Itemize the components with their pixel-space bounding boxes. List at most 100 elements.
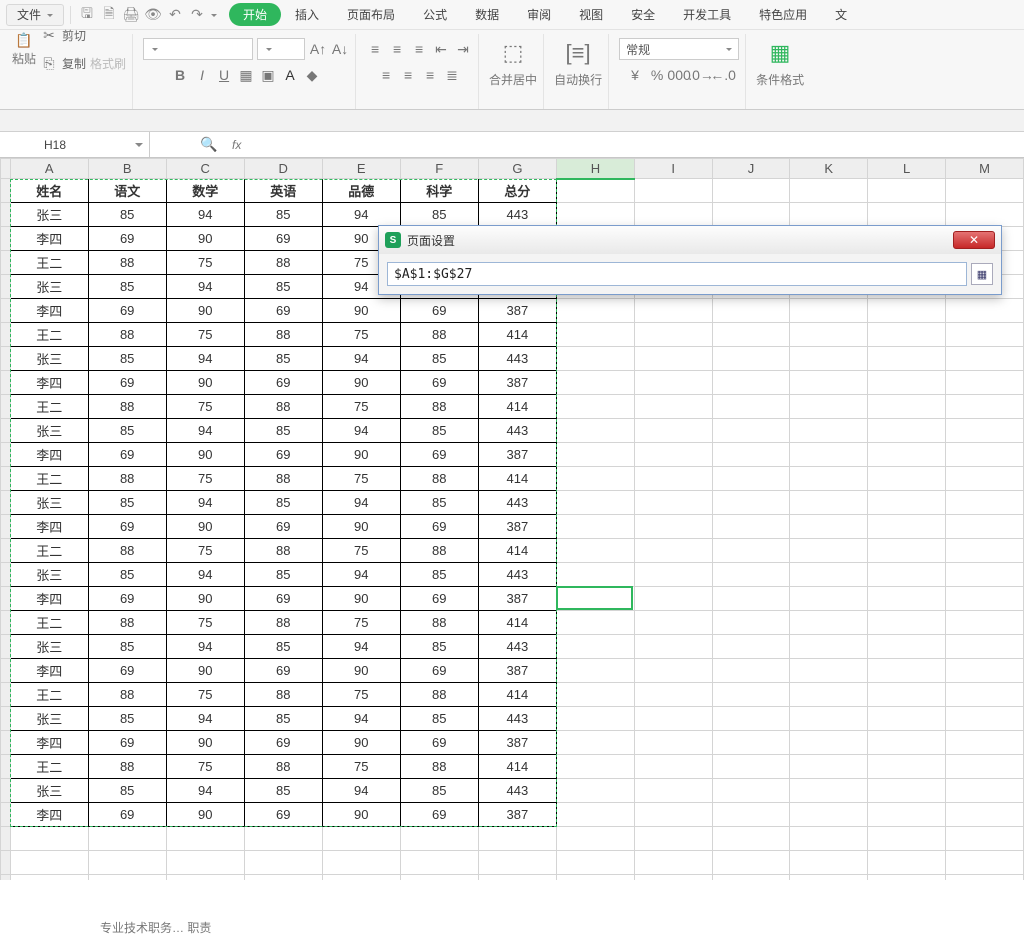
cell[interactable]: [945, 779, 1023, 803]
cell[interactable]: [790, 323, 868, 347]
cell[interactable]: [634, 587, 712, 611]
cell[interactable]: [712, 851, 790, 875]
tab-special[interactable]: 特色应用: [745, 2, 821, 27]
dialog-close-button[interactable]: ✕: [953, 231, 995, 249]
cell[interactable]: 69: [400, 659, 478, 683]
cell[interactable]: 94: [322, 563, 400, 587]
cell[interactable]: 94: [322, 635, 400, 659]
cell[interactable]: [634, 491, 712, 515]
row-header[interactable]: [1, 587, 11, 611]
cell[interactable]: 88: [400, 323, 478, 347]
cell[interactable]: [790, 731, 868, 755]
cell[interactable]: 387: [478, 515, 556, 539]
row-header[interactable]: [1, 443, 11, 467]
cell[interactable]: 85: [244, 707, 322, 731]
cell[interactable]: [868, 755, 946, 779]
cell[interactable]: [868, 539, 946, 563]
cell[interactable]: [945, 467, 1023, 491]
cell[interactable]: 75: [166, 467, 244, 491]
cell[interactable]: [557, 539, 635, 563]
sheet-tab-strip[interactable]: 专业技术职务… 职责: [100, 916, 211, 938]
cell[interactable]: [945, 419, 1023, 443]
cell[interactable]: 88: [400, 683, 478, 707]
cell[interactable]: [712, 803, 790, 827]
cell[interactable]: 414: [478, 323, 556, 347]
cell[interactable]: 443: [478, 707, 556, 731]
cell[interactable]: 张三: [10, 707, 88, 731]
cell[interactable]: [557, 299, 635, 323]
cell[interactable]: [557, 419, 635, 443]
row-header[interactable]: [1, 731, 11, 755]
cell[interactable]: [945, 515, 1023, 539]
cell[interactable]: 85: [400, 203, 478, 227]
cell[interactable]: 90: [166, 659, 244, 683]
cell[interactable]: 69: [88, 371, 166, 395]
cell[interactable]: 张三: [10, 347, 88, 371]
cell[interactable]: 90: [166, 371, 244, 395]
decrease-decimal-icon[interactable]: ←.0: [714, 66, 732, 84]
redo-icon[interactable]: ↷: [187, 5, 207, 25]
tab-start[interactable]: 开始: [229, 3, 281, 26]
cell[interactable]: 443: [478, 563, 556, 587]
cell[interactable]: 414: [478, 683, 556, 707]
column-header[interactable]: C: [166, 159, 244, 179]
cell[interactable]: 443: [478, 635, 556, 659]
cell[interactable]: 90: [166, 515, 244, 539]
cell[interactable]: [557, 827, 635, 851]
cell[interactable]: [790, 635, 868, 659]
cell[interactable]: 李四: [10, 515, 88, 539]
cell[interactable]: [945, 347, 1023, 371]
cell[interactable]: 94: [322, 779, 400, 803]
cell[interactable]: 88: [400, 539, 478, 563]
cell[interactable]: 王二: [10, 467, 88, 491]
cell[interactable]: [88, 827, 166, 851]
cell[interactable]: [634, 419, 712, 443]
cell[interactable]: 姓名: [10, 179, 88, 203]
cell[interactable]: [244, 875, 322, 881]
number-format-select[interactable]: 常规: [619, 38, 739, 60]
cell[interactable]: [868, 659, 946, 683]
cell[interactable]: [712, 755, 790, 779]
cell[interactable]: [945, 323, 1023, 347]
tab-security[interactable]: 安全: [617, 2, 669, 27]
cell[interactable]: [945, 299, 1023, 323]
cell[interactable]: [557, 395, 635, 419]
column-header[interactable]: H: [557, 159, 635, 179]
cell[interactable]: 张三: [10, 563, 88, 587]
cell[interactable]: [712, 611, 790, 635]
cell[interactable]: 88: [244, 611, 322, 635]
cell[interactable]: 94: [166, 275, 244, 299]
cell[interactable]: [400, 875, 478, 881]
cell[interactable]: 88: [244, 467, 322, 491]
cell[interactable]: [244, 851, 322, 875]
cell[interactable]: 85: [400, 563, 478, 587]
cell[interactable]: [790, 755, 868, 779]
cell[interactable]: [634, 875, 712, 881]
cell[interactable]: 69: [244, 371, 322, 395]
cell[interactable]: [790, 419, 868, 443]
cell[interactable]: [322, 851, 400, 875]
cell[interactable]: [868, 203, 946, 227]
cell[interactable]: 王二: [10, 395, 88, 419]
cell[interactable]: 69: [244, 587, 322, 611]
fx-icon[interactable]: fx: [232, 138, 241, 152]
cell[interactable]: 李四: [10, 659, 88, 683]
cell[interactable]: 85: [244, 491, 322, 515]
cell[interactable]: 88: [88, 467, 166, 491]
align-top-icon[interactable]: ≡: [366, 40, 384, 58]
column-header[interactable]: G: [478, 159, 556, 179]
cell[interactable]: [634, 443, 712, 467]
cell[interactable]: 88: [400, 395, 478, 419]
column-header[interactable]: I: [634, 159, 712, 179]
cell[interactable]: [634, 323, 712, 347]
cell[interactable]: 94: [166, 419, 244, 443]
cell[interactable]: 387: [478, 371, 556, 395]
cell[interactable]: 85: [400, 635, 478, 659]
row-header[interactable]: [1, 203, 11, 227]
cell[interactable]: 69: [88, 731, 166, 755]
cell[interactable]: 88: [244, 683, 322, 707]
cell[interactable]: 443: [478, 419, 556, 443]
cell[interactable]: 75: [166, 539, 244, 563]
cell[interactable]: [790, 443, 868, 467]
cell[interactable]: 85: [400, 707, 478, 731]
